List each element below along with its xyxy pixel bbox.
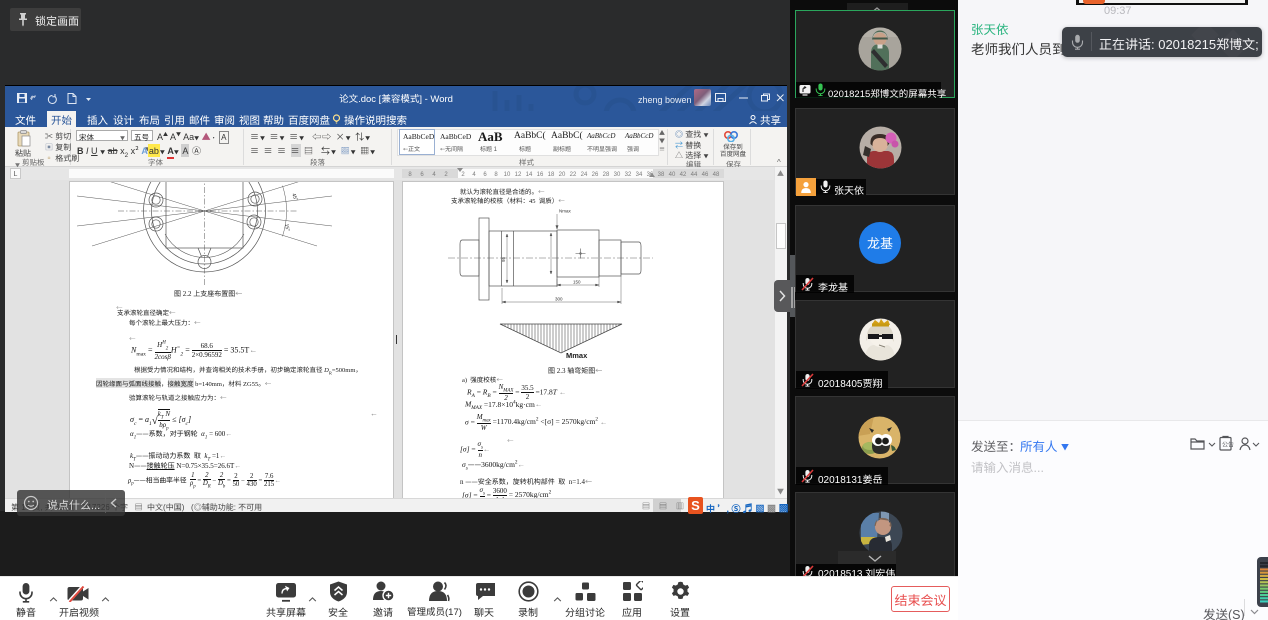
svg-text:15°: 15° — [283, 223, 291, 232]
svg-text:Nmax: Nmax — [559, 209, 572, 215]
svg-text:4: 4 — [432, 172, 436, 178]
svg-text:6: 6 — [420, 172, 424, 178]
svg-text:34: 34 — [636, 172, 643, 178]
svg-text:300: 300 — [555, 297, 563, 303]
svg-text:2: 2 — [461, 172, 465, 178]
svg-text:42: 42 — [680, 172, 687, 178]
svg-text:24: 24 — [581, 172, 588, 178]
svg-text:18: 18 — [548, 172, 555, 178]
svg-text:2: 2 — [444, 172, 448, 178]
svg-text:4: 4 — [472, 172, 476, 178]
svg-text:30: 30 — [614, 172, 621, 178]
svg-text:95: 95 — [501, 256, 507, 262]
svg-text:45°: 45° — [290, 192, 299, 202]
svg-text:14: 14 — [526, 172, 533, 178]
svg-text:32: 32 — [625, 172, 632, 178]
svg-text:公告: 公告 — [1222, 440, 1234, 449]
svg-text:150: 150 — [573, 280, 581, 286]
svg-text:10: 10 — [504, 172, 511, 178]
svg-text:8: 8 — [408, 172, 412, 178]
svg-text:46: 46 — [702, 172, 709, 178]
svg-text:12: 12 — [515, 172, 522, 178]
svg-text:8: 8 — [494, 172, 498, 178]
svg-text:20: 20 — [559, 172, 566, 178]
svg-text:48: 48 — [713, 172, 720, 178]
svg-text:16: 16 — [537, 172, 544, 178]
svg-text:40: 40 — [669, 172, 676, 178]
svg-text:6: 6 — [483, 172, 487, 178]
svg-text:44: 44 — [691, 172, 698, 178]
svg-text:26: 26 — [592, 172, 599, 178]
svg-text:22: 22 — [570, 172, 577, 178]
svg-text:28: 28 — [603, 172, 610, 178]
svg-text:38: 38 — [658, 172, 665, 178]
